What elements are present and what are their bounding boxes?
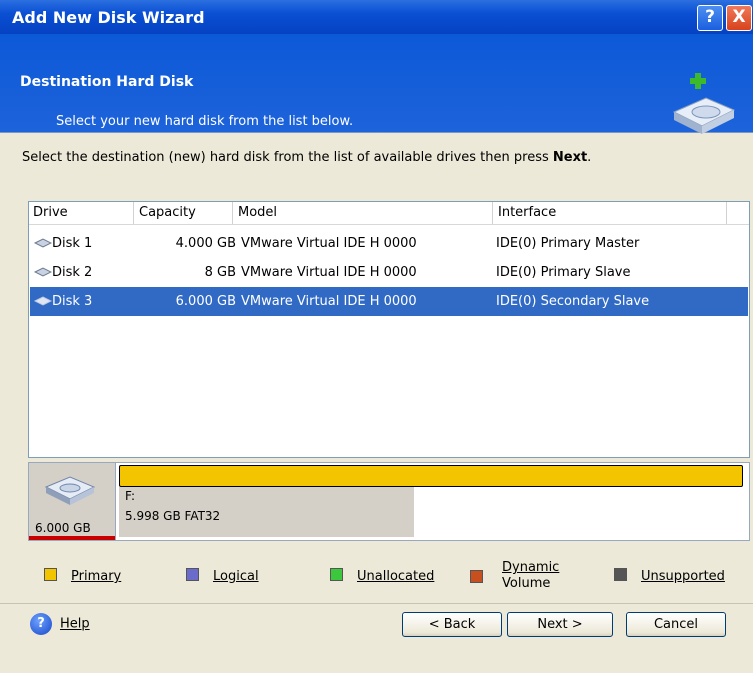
list-header: Drive Capacity Model Interface [29, 202, 749, 225]
legend-logical: Logical [186, 568, 259, 584]
disk-model: VMware Virtual IDE H 0000 [241, 265, 417, 280]
disk-capacity: 8 GB [204, 265, 236, 280]
disk-model: VMware Virtual IDE H 0000 [241, 294, 417, 309]
disk-map: 6.000 GB F: 5.998 GB FAT32 [28, 462, 750, 541]
disk-size: 6.000 GB [35, 521, 91, 535]
partition-label: F: [125, 489, 136, 503]
footer-divider [0, 603, 753, 604]
disk-capacity: 4.000 GB [175, 236, 236, 251]
legend-unallocated: Unallocated [330, 568, 434, 584]
disk-row-1[interactable]: Disk 1 4.000 GB VMware Virtual IDE H 000… [30, 229, 748, 258]
disk-interface: IDE(0) Secondary Slave [496, 294, 650, 309]
hard-disk-icon [34, 267, 52, 277]
logical-swatch [186, 568, 199, 581]
header-subtitle: Select your new hard disk from the list … [56, 114, 354, 129]
primary-swatch [44, 568, 57, 581]
add-new-disk-wizard-window: Add New Disk Wizard ? X Destination Hard… [0, 0, 753, 673]
wizard-header: Destination Hard Disk Select your new ha… [0, 34, 753, 134]
disk-drive: Disk 2 [52, 265, 93, 280]
hard-disk-add-icon [672, 73, 736, 134]
disk-list[interactable]: Drive Capacity Model Interface Disk 1 4.… [28, 201, 750, 458]
disk-row-2[interactable]: Disk 2 8 GB VMware Virtual IDE H 0000 ID… [30, 258, 748, 287]
column-model[interactable]: Model [234, 202, 493, 224]
title-help-button[interactable]: ? [697, 5, 723, 31]
help-icon: ? [30, 613, 52, 635]
back-button[interactable]: < Back [402, 612, 502, 637]
disk-row-3-selected[interactable]: Disk 3 6.000 GB VMware Virtual IDE H 000… [30, 287, 748, 316]
legend-unsupported: Unsupported [614, 568, 725, 584]
hard-disk-icon [44, 476, 96, 505]
disk-map-drive[interactable]: 6.000 GB [29, 463, 116, 540]
partition-bar[interactable] [119, 465, 743, 487]
disk-drive: Disk 3 [52, 294, 93, 309]
hard-disk-icon [34, 238, 52, 248]
disk-model: VMware Virtual IDE H 0000 [241, 236, 417, 251]
disk-selected-indicator [29, 536, 115, 540]
column-drive[interactable]: Drive [29, 202, 134, 224]
disk-interface: IDE(0) Primary Master [496, 236, 640, 251]
partition-f[interactable]: F: 5.998 GB FAT32 [119, 487, 414, 537]
unallocated-swatch [330, 568, 343, 581]
column-interface[interactable]: Interface [494, 202, 727, 224]
disk-capacity: 6.000 GB [175, 294, 236, 309]
disk-interface: IDE(0) Primary Slave [496, 265, 631, 280]
title-bar: Add New Disk Wizard ? X [0, 0, 753, 34]
disk-drive: Disk 1 [52, 236, 93, 251]
window-title: Add New Disk Wizard [12, 8, 205, 27]
close-button[interactable]: X [726, 5, 752, 31]
next-button[interactable]: Next > [507, 612, 613, 637]
column-capacity[interactable]: Capacity [135, 202, 233, 224]
header-title: Destination Hard Disk [20, 74, 194, 90]
legend-primary: Primary [44, 568, 121, 584]
help-link[interactable]: ? Help [30, 613, 90, 635]
partition-info: 5.998 GB FAT32 [125, 509, 221, 523]
cancel-button[interactable]: Cancel [626, 612, 726, 637]
instruction-text: Select the destination (new) hard disk f… [22, 150, 592, 165]
dynamic-swatch [470, 570, 483, 583]
hard-disk-icon [34, 296, 52, 306]
unsupported-swatch [614, 568, 627, 581]
